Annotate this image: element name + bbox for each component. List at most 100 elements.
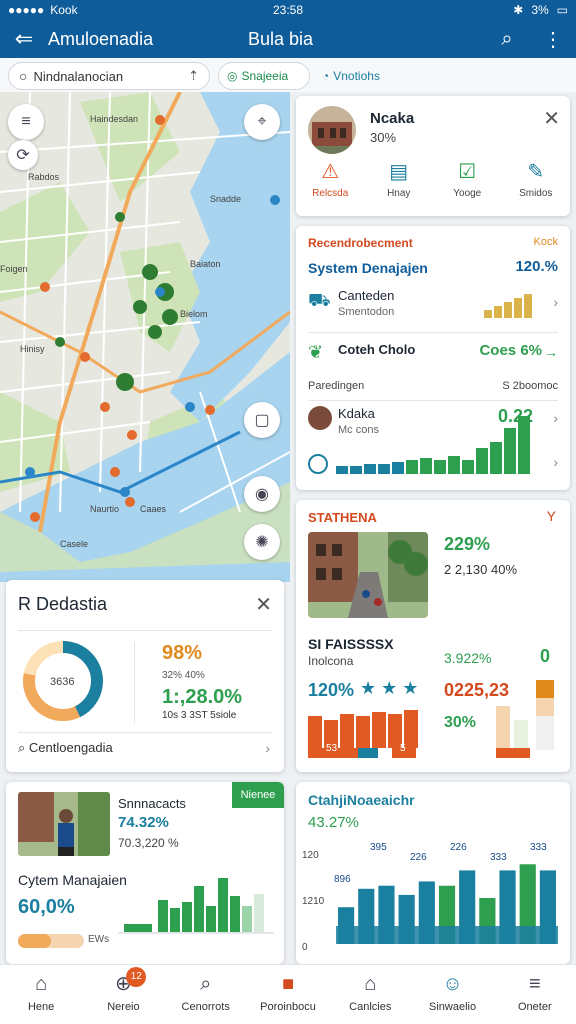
- chip-filter-1[interactable]: ◎ Snajeeia: [218, 62, 310, 90]
- carrier-label: Kook: [50, 3, 78, 17]
- close-icon[interactable]: ✕: [543, 106, 560, 131]
- strategy-value-7: 30%: [444, 714, 477, 731]
- y-tick-label: 120: [302, 850, 319, 861]
- search-icon[interactable]: ⌕: [484, 28, 530, 51]
- nav-profile[interactable]: ☺ Sinwaelio: [411, 965, 493, 1024]
- row-value: Coes 6%: [479, 342, 542, 359]
- chevron-right-icon: ›: [553, 410, 558, 426]
- chip-icon: ◔: [322, 69, 330, 83]
- nav-label: Sinwaelio: [429, 1001, 477, 1013]
- chip-icon: ◎: [227, 69, 238, 83]
- search-icon: ⌕: [18, 740, 26, 755]
- action-files[interactable]: ▤ Hnay: [365, 156, 434, 199]
- donut-search[interactable]: ⌕ Centloengadia: [18, 740, 113, 756]
- nav-search[interactable]: ⌕ Cenorrots: [165, 965, 247, 1024]
- progress-fill: [18, 934, 51, 948]
- leaf-icon: ❦: [308, 342, 324, 362]
- nav-menu[interactable]: ≡ Oneter: [494, 965, 576, 1024]
- map-canvas: Haindesdan Rabdos Foigen Snadde Bielom Hini…: [0, 92, 290, 582]
- row-subtitle: Smentodon: [338, 306, 395, 318]
- locate-icon[interactable]: ⟳: [8, 140, 38, 170]
- chevron-right-icon: ›: [553, 454, 558, 470]
- nav-money[interactable]: ⊕ 12 Nereio: [82, 965, 164, 1024]
- person-amount: 70.3,220 %: [118, 836, 179, 850]
- chevron-right-icon[interactable]: ›: [265, 740, 270, 756]
- person-system-value: 60,0%: [18, 896, 75, 918]
- chart-left-label: 896: [334, 874, 351, 885]
- warning-icon: ⚠: [321, 161, 340, 183]
- bar-value-label: 395: [370, 842, 387, 853]
- action-chart[interactable]: ☑ Yooge: [433, 156, 502, 199]
- reco-header: Recendrobecment: [308, 236, 413, 250]
- recommendation-card: Recendrobecment Kock System Denajajen 12…: [296, 226, 570, 490]
- app-subtitle: Bula bia: [248, 28, 314, 49]
- person-percent: 74.32%: [118, 814, 169, 831]
- action-label: Yooge: [453, 188, 482, 199]
- person-photo: [18, 792, 110, 856]
- avatar: [308, 406, 332, 430]
- app-bar: ⇐ Amuloenadia Bula bia ⌕ ⋮: [0, 20, 576, 58]
- signal-icon: ●●●●●: [8, 3, 45, 17]
- layers-icon[interactable]: ≡: [8, 104, 44, 140]
- reco-row-4[interactable]: Kdaka Mc cons 0.22 › ›: [308, 406, 558, 476]
- system-value: 120.%: [515, 258, 558, 275]
- overflow-menu-icon[interactable]: ⋮: [530, 27, 576, 52]
- donut-value-1: 98%: [162, 642, 203, 664]
- avatar-image: [308, 106, 356, 154]
- svg-text:Naurtio: Naurtio: [90, 504, 119, 514]
- bar-value-label: 226: [410, 852, 427, 863]
- camera-icon[interactable]: ◉: [244, 476, 280, 512]
- wrench-icon: ✎: [527, 161, 545, 183]
- home-icon: ⌂: [35, 973, 48, 995]
- strategy-value-5: 120%: [308, 680, 355, 700]
- nav-label: Oneter: [518, 1001, 552, 1013]
- arrow-right-icon: →: [544, 344, 558, 360]
- rating-stars-icon: ★ ★ ★: [360, 678, 419, 698]
- row-title: Coteh Cholo: [338, 342, 416, 357]
- chart-title: CtahjiNoaeaichr: [308, 792, 415, 808]
- profile-name: Ncaka: [370, 110, 415, 127]
- square-icon[interactable]: ▢: [244, 402, 280, 438]
- reco-row-2[interactable]: ❦ Coteh Cholo Coes 6% →: [308, 340, 558, 376]
- strategy-stat-2: 2 2,130 40%: [444, 562, 518, 577]
- status-time: 23:58: [272, 3, 304, 17]
- nav-portfolio[interactable]: ■ Poroinbocu: [247, 965, 329, 1024]
- row-title: Canteden: [338, 288, 395, 303]
- folder-icon: ▤: [389, 161, 409, 183]
- bluetooth-icon: ✱: [513, 3, 524, 17]
- route-icon[interactable]: ✺: [244, 524, 280, 560]
- strategy-stat-1: 229%: [444, 534, 491, 554]
- search-strip: ○ Nindnalanocian ⇡ ◎ Snajeeia ◔ Vnotiohs: [0, 58, 576, 92]
- donut-card: R Dedastia ✕ 3636 98% 32% 40% 1:,28.0% 1…: [6, 580, 284, 772]
- location-icon[interactable]: ⇡: [188, 68, 199, 84]
- chip-filter-2[interactable]: ◔ Vnotiohs: [314, 62, 404, 90]
- chip-label: Vnotiohs: [333, 69, 380, 83]
- reco-row-1[interactable]: ⛟ Canteden Smentodon ›: [308, 286, 558, 330]
- chart-check-icon: ☑: [458, 161, 477, 183]
- search-input[interactable]: ○ Nindnalanocian ⇡: [8, 62, 210, 90]
- bar-chart: 120 1210 0 896 395 226 226 333 333: [302, 842, 558, 953]
- close-icon[interactable]: ✕: [255, 592, 272, 617]
- svg-text:Caaes: Caaes: [140, 504, 167, 514]
- action-tools[interactable]: ✎ Smidos: [502, 156, 571, 199]
- y-tick-label: 1210: [302, 896, 325, 907]
- action-warning[interactable]: ⚠ Relcsda: [296, 156, 365, 199]
- back-arrow-icon[interactable]: ⇐: [0, 26, 48, 52]
- svg-text:Foigen: Foigen: [0, 264, 28, 274]
- strategy-sublabel: Inolcona: [308, 654, 354, 668]
- person-bar-chart: [118, 878, 274, 934]
- nav-buildings[interactable]: ⌂ Canlcies: [329, 965, 411, 1024]
- reco-header-right: Kock: [533, 236, 558, 248]
- nav-label: Poroinbocu: [260, 1001, 316, 1013]
- strategy-bottom-label-2: 5: [400, 743, 406, 754]
- bar-value-label: 226: [450, 842, 467, 853]
- strategy-header-right: Y: [546, 508, 556, 524]
- nav-home[interactable]: ⌂ Hene: [0, 965, 82, 1024]
- compass-icon[interactable]: ⌖: [244, 104, 280, 140]
- svg-text:Rabdos: Rabdos: [28, 172, 60, 182]
- bar-chart-card: CtahjiNoaeaichr 43.27% 120 1210 0 896 395 226…: [296, 782, 570, 964]
- svg-text:Haindesdan: Haindesdan: [90, 114, 138, 124]
- money-icon: ⊕: [115, 973, 132, 995]
- map-view[interactable]: Haindesdan Rabdos Foigen Snadde Bielom Hini…: [0, 92, 290, 582]
- person-title: Snnnacacts: [118, 796, 186, 811]
